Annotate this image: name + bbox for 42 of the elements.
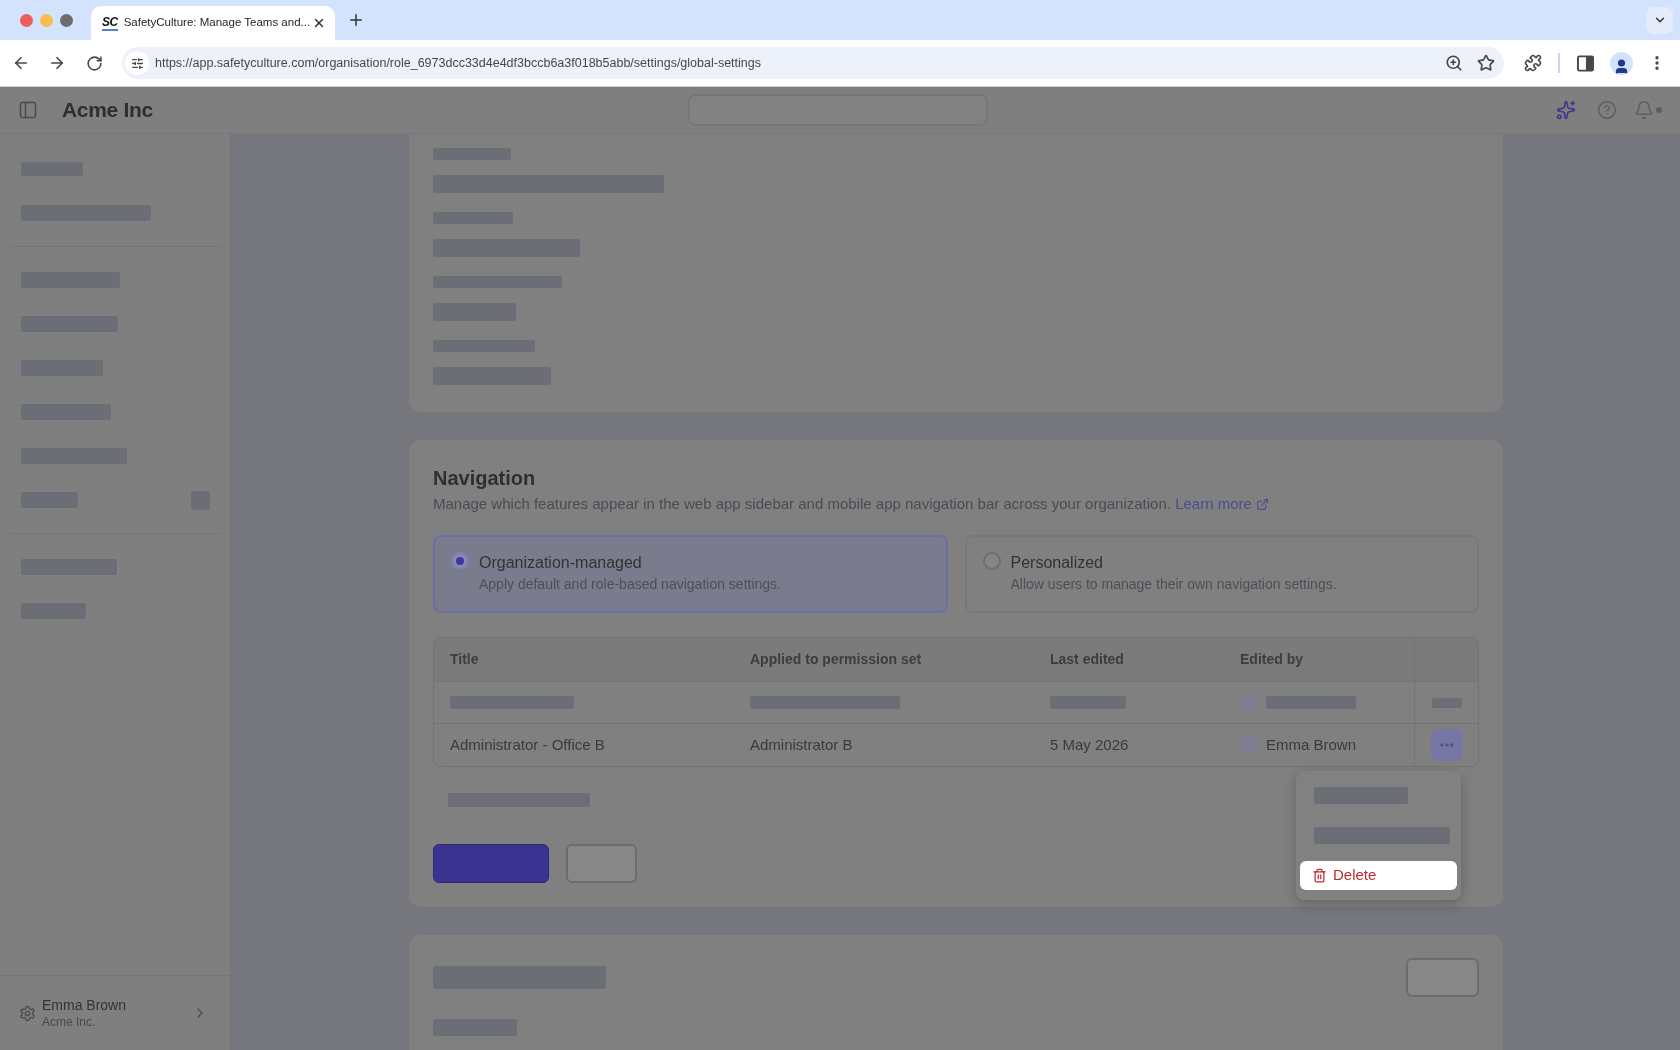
bookmark-star-icon[interactable] <box>1477 54 1495 72</box>
external-link-icon <box>1255 497 1269 511</box>
more-icon <box>1439 743 1454 747</box>
person-icon <box>1613 57 1630 75</box>
user-name: Emma Brown <box>42 996 127 1014</box>
profile-avatar[interactable] <box>1610 51 1633 75</box>
site-info-button[interactable] <box>125 51 149 75</box>
tab-title: SafetyCulture: Manage Teams and... <box>123 15 311 31</box>
trash-icon <box>1312 868 1327 883</box>
column-header: Applied to permission set <box>750 650 922 669</box>
close-icon[interactable] <box>312 16 326 30</box>
table-cell-text: Emma Brown <box>1266 734 1357 755</box>
maximize-window-button[interactable] <box>60 13 73 27</box>
option-title: Organization-managed <box>479 553 643 573</box>
radio-icon <box>451 552 469 570</box>
reload-icon <box>85 54 103 72</box>
gear-icon <box>19 1004 36 1022</box>
browser-tab[interactable]: SC SafetyCulture: Manage Teams and... <box>91 6 335 40</box>
column-header: Last edited <box>1050 650 1124 669</box>
option-title: Personalized <box>1010 553 1104 573</box>
close-window-button[interactable] <box>20 13 33 27</box>
back-icon <box>12 54 30 72</box>
column-header: Title <box>450 650 479 669</box>
side-panel-icon[interactable] <box>1577 54 1594 72</box>
delete-menu-item[interactable]: Delete <box>1300 861 1457 890</box>
tab-list-button[interactable] <box>1646 6 1673 34</box>
new-tab-icon[interactable] <box>347 11 365 29</box>
url-text: https://app.safetyculture.com/organisation/role_6973dcc33d4e4df3bccb6a3f018b5abb/settings/global-settings <box>155 54 761 72</box>
site-logo: SC <box>102 15 118 31</box>
brand-logo: Acme Inc <box>62 98 153 122</box>
table-cell-text: 5 May 2026 <box>1050 734 1129 755</box>
table-cell-text: Administrator B <box>750 734 853 755</box>
sparkle-icon[interactable] <box>1556 100 1576 120</box>
address-bar[interactable]: https://app.safetyculture.com/organisation/role_6973dcc33d4e4df3bccb6a3f018b5abb/settings/global-settings <box>122 47 1504 79</box>
forward-icon <box>48 54 66 72</box>
table-cell-text: Administrator - Office B <box>450 734 605 755</box>
tune-icon <box>130 56 144 70</box>
sidebar-toggle-icon[interactable] <box>18 100 38 120</box>
zoom-icon[interactable] <box>1445 54 1463 72</box>
column-header: Edited by <box>1240 650 1303 669</box>
extensions-icon[interactable] <box>1524 54 1542 72</box>
section-title: Navigation <box>433 466 537 491</box>
